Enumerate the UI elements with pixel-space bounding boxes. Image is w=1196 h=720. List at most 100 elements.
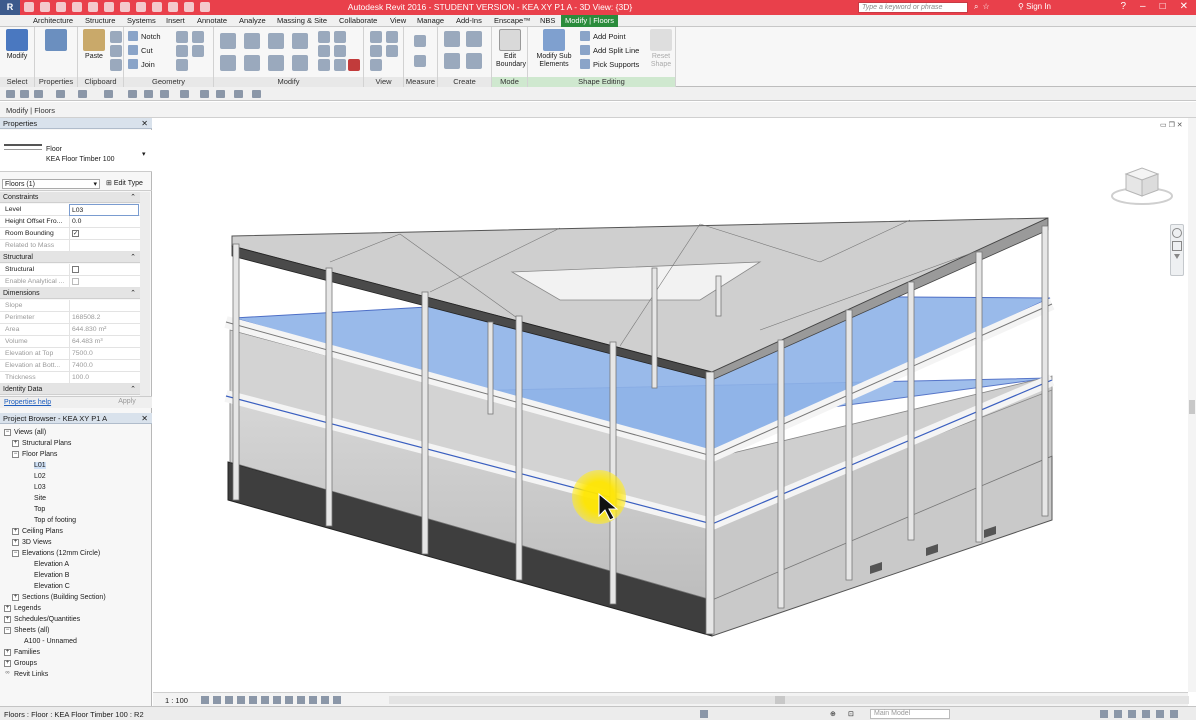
tab-modify-floors[interactable]: Modify | Floors: [561, 15, 619, 27]
add-point-button[interactable]: Add Point: [580, 30, 626, 42]
view-scale[interactable]: 1 : 100: [165, 696, 188, 705]
unpin-icon[interactable]: [334, 59, 346, 71]
select-links-icon[interactable]: [1100, 710, 1108, 718]
create-parts-icon[interactable]: [466, 31, 482, 47]
wall-joins-icon[interactable]: [176, 31, 188, 43]
default-3d-icon[interactable]: [180, 90, 189, 98]
section-tool-icon[interactable]: [200, 90, 209, 98]
open-icon[interactable]: [24, 2, 34, 12]
copy-element-icon[interactable]: [244, 55, 260, 71]
properties-scrollbar[interactable]: [140, 192, 150, 396]
shadows-icon[interactable]: [237, 696, 245, 704]
tree-item[interactable]: + Groups: [4, 658, 37, 669]
expand-icon[interactable]: −: [12, 549, 19, 557]
create-group-icon[interactable]: [444, 53, 460, 69]
tab-view[interactable]: View: [390, 16, 406, 27]
undo-icon[interactable]: [56, 2, 66, 12]
save-file-icon[interactable]: [20, 90, 29, 98]
edit-type-button[interactable]: ⊞ Edit Type: [106, 179, 143, 187]
tree-item[interactable]: − Views (all): [4, 427, 46, 438]
select-pinned-icon[interactable]: [1128, 710, 1136, 718]
tree-item[interactable]: ∞ Revit Links: [4, 669, 48, 680]
tree-item[interactable]: + Structural Plans: [12, 438, 71, 449]
tab-architecture[interactable]: Architecture: [33, 16, 73, 27]
tab-insert[interactable]: Insert: [166, 16, 185, 27]
beam-join-icon[interactable]: [192, 31, 204, 43]
chevron-down-icon[interactable]: ▾: [142, 150, 146, 158]
dimension-icon[interactable]: [414, 55, 426, 67]
undo-arrow-icon[interactable]: [56, 90, 65, 98]
tree-item-elevation-a[interactable]: Elevation A: [34, 559, 69, 570]
steering-wheel-icon[interactable]: [1172, 228, 1182, 238]
sun-path-icon[interactable]: [225, 696, 233, 704]
structural-section[interactable]: Structural ⌃: [0, 252, 140, 263]
3d-view-icon[interactable]: [136, 2, 146, 12]
thin-lines-tool-icon[interactable]: [216, 90, 225, 98]
modify-button[interactable]: Modify: [3, 29, 31, 69]
tab-manage[interactable]: Manage: [417, 16, 444, 27]
expand-icon[interactable]: −: [12, 450, 19, 458]
split-gap-icon[interactable]: [334, 31, 346, 43]
expand-icon[interactable]: +: [4, 615, 11, 623]
nav-dropdown-icon[interactable]: [1174, 254, 1180, 260]
join-button[interactable]: Join: [128, 58, 155, 70]
measure-distance-icon[interactable]: [414, 35, 426, 47]
search-input[interactable]: Type a keyword or phrase: [858, 2, 968, 13]
drag-elements-icon[interactable]: [1156, 710, 1164, 718]
close-hidden-icon[interactable]: [184, 2, 194, 12]
sync-icon[interactable]: [34, 90, 43, 98]
reset-shape-button[interactable]: Reset Shape: [648, 29, 674, 69]
constraints-section[interactable]: Constraints ⌃: [0, 192, 140, 203]
measure-tool-icon[interactable]: [128, 90, 137, 98]
tree-item-sheet-a100[interactable]: A100 - Unnamed: [24, 636, 77, 647]
show-crop-icon[interactable]: [273, 696, 281, 704]
expand-icon[interactable]: +: [4, 659, 11, 667]
cut-clipboard-icon[interactable]: [110, 31, 122, 43]
select-by-face-icon[interactable]: [1142, 710, 1150, 718]
expand-icon[interactable]: +: [12, 538, 19, 546]
modify-sub-elements-button[interactable]: Modify Sub Elements: [532, 29, 576, 69]
vertical-scrollbar[interactable]: [1188, 118, 1196, 692]
sign-in-link[interactable]: ⚲ Sign In: [1018, 2, 1078, 13]
design-options-icon[interactable]: ⊕: [830, 710, 836, 718]
render-icon[interactable]: [249, 696, 257, 704]
building-model[interactable]: [153, 118, 1188, 692]
properties-button[interactable]: [42, 29, 70, 69]
tree-item-top[interactable]: Top: [34, 504, 45, 515]
editable-only-icon[interactable]: ⊡: [848, 710, 854, 718]
add-split-line-button[interactable]: Add Split Line: [580, 44, 639, 56]
viewcube-icon[interactable]: [1110, 160, 1174, 206]
link-icon[interactable]: ∞: [4, 670, 11, 678]
minimize-icon[interactable]: –: [1140, 1, 1146, 14]
structural-checkbox[interactable]: [72, 266, 79, 273]
create-assembly-icon[interactable]: [444, 31, 460, 47]
linework-icon[interactable]: [370, 45, 382, 57]
tab-nbs[interactable]: NBS: [540, 16, 555, 27]
notch-button[interactable]: Notch: [128, 30, 161, 42]
pin-icon[interactable]: [318, 59, 330, 71]
tab-add-ins[interactable]: Add-Ins: [456, 16, 482, 27]
text-tool-icon[interactable]: [160, 90, 169, 98]
scroll-thumb[interactable]: [1189, 400, 1195, 414]
rotate-icon[interactable]: [268, 55, 284, 71]
close-icon[interactable]: ✕: [141, 118, 148, 129]
tree-item[interactable]: + Schedules/Quantities: [4, 614, 80, 625]
visual-style-icon[interactable]: [213, 696, 221, 704]
tab-annotate[interactable]: Annotate: [197, 16, 227, 27]
tab-massing-site[interactable]: Massing & Site: [277, 16, 327, 27]
instance-filter-select[interactable]: Floors (1) ▾: [2, 179, 100, 189]
restore-view-icon[interactable]: ❐: [1169, 122, 1177, 129]
cut-button[interactable]: Cut: [128, 44, 153, 56]
detail-level-icon[interactable]: [201, 696, 209, 704]
demolish-icon[interactable]: [192, 45, 204, 57]
split-face-icon[interactable]: [176, 45, 188, 57]
thin-lines-icon[interactable]: [168, 2, 178, 12]
print-icon[interactable]: [88, 2, 98, 12]
tree-item[interactable]: + Ceiling Plans: [12, 526, 63, 537]
pick-supports-button[interactable]: Pick Supports: [580, 58, 639, 70]
tab-analyze[interactable]: Analyze: [239, 16, 266, 27]
text-icon[interactable]: [120, 2, 130, 12]
split-icon[interactable]: [318, 31, 330, 43]
edit-boundary-button[interactable]: Edit Boundary: [496, 29, 526, 69]
zoom-icon[interactable]: [1172, 241, 1182, 251]
